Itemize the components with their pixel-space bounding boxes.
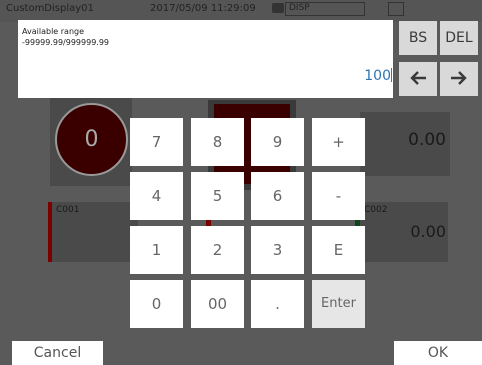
text-caret xyxy=(391,68,392,82)
entry-field[interactable]: 100 xyxy=(300,68,392,84)
key-7[interactable]: 7 xyxy=(130,118,183,166)
title-bar: CustomDisplay01 2017/05/09 11:29:09 DISP xyxy=(0,0,482,22)
storage-icon xyxy=(272,3,284,13)
screen-name: CustomDisplay01 xyxy=(6,3,94,14)
numeric-display-value: 0.00 xyxy=(408,130,446,150)
cancel-button[interactable]: Cancel xyxy=(12,341,103,365)
datetime: 2017/05/09 11:29:09 xyxy=(150,3,256,14)
key-6[interactable]: 6 xyxy=(251,172,304,220)
key-3[interactable]: 3 xyxy=(251,226,304,274)
tag-c002-label: C002 xyxy=(364,205,388,215)
key-00[interactable]: 00 xyxy=(191,280,244,328)
range-label: Available range xyxy=(22,27,85,36)
key-8[interactable]: 8 xyxy=(191,118,244,166)
arrow-left-icon xyxy=(410,71,426,85)
tag-c002-value: 0.00 xyxy=(410,222,446,241)
range-value: -99999.99/999999.99 xyxy=(22,38,110,47)
key-exponent[interactable]: E xyxy=(312,226,365,274)
delete-button[interactable]: DEL xyxy=(440,21,478,55)
ok-button[interactable]: OK xyxy=(394,341,482,365)
key-0[interactable]: 0 xyxy=(130,280,183,328)
arrow-right-icon xyxy=(451,71,467,85)
backspace-button[interactable]: BS xyxy=(399,21,437,55)
enter-button[interactable]: Enter xyxy=(312,280,365,328)
cursor-left-button[interactable] xyxy=(399,62,437,96)
cursor-right-button[interactable] xyxy=(440,62,478,96)
key-1[interactable]: 1 xyxy=(130,226,183,274)
key-9[interactable]: 9 xyxy=(251,118,304,166)
status-box-icon xyxy=(388,2,404,16)
key-decimal[interactable]: . xyxy=(251,280,304,328)
entry-value: 100 xyxy=(364,68,391,84)
tag-c001-label: C001 xyxy=(56,205,80,215)
key-2[interactable]: 2 xyxy=(191,226,244,274)
disp-field: DISP xyxy=(285,2,365,16)
key-minus[interactable]: - xyxy=(312,172,365,220)
lamp-value: 0 xyxy=(84,127,99,152)
key-4[interactable]: 4 xyxy=(130,172,183,220)
key-5[interactable]: 5 xyxy=(191,172,244,220)
key-plus[interactable]: + xyxy=(312,118,365,166)
